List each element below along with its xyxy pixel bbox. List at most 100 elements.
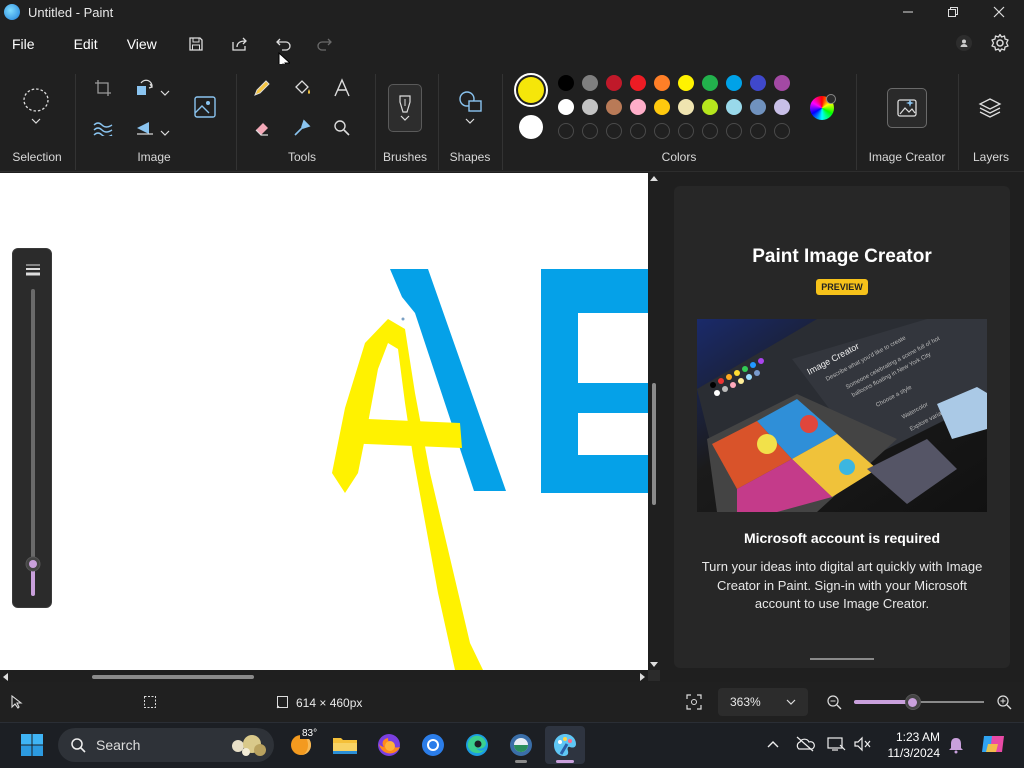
color-swatch[interactable] (606, 99, 622, 115)
zoom-level-value: 363% (730, 695, 761, 709)
menu-bar: File Edit View (0, 24, 1024, 64)
browser-app-icon[interactable] (503, 727, 539, 763)
settings-gear-icon[interactable] (990, 33, 1010, 58)
copilot-icon[interactable] (980, 732, 1006, 761)
color-swatch[interactable] (726, 99, 742, 115)
save-icon[interactable] (179, 29, 213, 59)
custom-color-slot[interactable] (774, 123, 790, 139)
custom-color-slot[interactable] (678, 123, 694, 139)
color-swatch[interactable] (774, 99, 790, 115)
color-swatch[interactable] (702, 99, 718, 115)
file-explorer-icon[interactable] (327, 727, 363, 763)
group-label-brushes: Brushes (382, 150, 428, 164)
color-swatch[interactable] (654, 75, 670, 91)
custom-color-slot[interactable] (582, 123, 598, 139)
color-swatch[interactable] (558, 99, 574, 115)
eraser-icon[interactable] (247, 113, 277, 143)
menu-edit[interactable]: Edit (62, 29, 110, 59)
search-icon (71, 738, 86, 753)
menu-view[interactable]: View (115, 29, 169, 59)
drawing-canvas[interactable] (0, 173, 648, 670)
search-highlight-icon (226, 730, 270, 765)
volume-muted-icon[interactable] (854, 736, 872, 757)
color-picker-icon[interactable] (287, 113, 317, 143)
close-button[interactable] (976, 0, 1022, 24)
color-swatch[interactable] (654, 99, 670, 115)
panel-scroll-indicator (810, 658, 874, 660)
paint-taskbar-icon[interactable] (545, 726, 585, 764)
color-swatch[interactable] (750, 75, 766, 91)
selection-lasso-icon[interactable] (22, 86, 52, 135)
chevron-down-icon (400, 115, 410, 121)
zoom-slider-thumb[interactable] (904, 694, 921, 710)
color-swatch[interactable] (582, 75, 598, 91)
windows-start-icon[interactable] (20, 733, 44, 762)
custom-color-slot[interactable] (726, 123, 742, 139)
rotate-icon[interactable] (130, 73, 160, 103)
color-swatch[interactable] (750, 99, 766, 115)
image-creator-preview-image: Image Creator Describe what you'd like t… (697, 319, 987, 512)
restore-button[interactable] (930, 0, 976, 24)
crop-icon[interactable] (88, 73, 118, 103)
fit-to-window-icon[interactable] (686, 694, 702, 715)
image-effects-icon[interactable] (88, 113, 118, 143)
primary-color-swatch[interactable] (514, 73, 548, 107)
zoom-in-icon[interactable] (996, 694, 1012, 715)
color-swatch[interactable] (606, 75, 622, 91)
zoom-level-dropdown[interactable]: 363% (718, 688, 808, 716)
color-swatch[interactable] (726, 75, 742, 91)
color-swatch[interactable] (774, 75, 790, 91)
color-swatch[interactable] (630, 99, 646, 115)
minimize-button[interactable] (885, 0, 931, 24)
chevron-up-icon[interactable] (766, 737, 780, 756)
custom-color-slot[interactable] (654, 123, 670, 139)
zoom-out-icon[interactable] (826, 694, 842, 715)
chevron-down-icon[interactable] (160, 84, 170, 102)
zoom-slider[interactable] (854, 694, 984, 710)
menu-file[interactable]: File (0, 29, 47, 59)
account-icon[interactable] (956, 35, 972, 51)
flip-icon[interactable] (130, 113, 160, 143)
color-swatch[interactable] (630, 75, 646, 91)
clock-date[interactable]: 11/3/2024 (872, 745, 941, 761)
edge-icon[interactable] (459, 727, 495, 763)
layers-icon[interactable] (978, 96, 1002, 125)
custom-color-slot[interactable] (702, 123, 718, 139)
chevron-down-icon[interactable] (160, 124, 170, 142)
pencil-icon[interactable] (247, 73, 277, 103)
image-creator-button[interactable] (887, 88, 927, 128)
ribbon-divider (438, 74, 439, 170)
network-display-icon[interactable] (826, 736, 846, 757)
custom-color-slot[interactable] (606, 123, 622, 139)
share-icon[interactable] (223, 29, 257, 59)
fill-bucket-icon[interactable] (287, 73, 317, 103)
chrome-icon[interactable] (415, 727, 451, 763)
horizontal-scrollbar[interactable] (0, 670, 648, 682)
magnifier-icon[interactable] (327, 113, 357, 143)
onedrive-icon[interactable] (795, 736, 815, 757)
color-swatch[interactable] (678, 99, 694, 115)
custom-color-slot[interactable] (750, 123, 766, 139)
resize-image-icon[interactable] (192, 94, 218, 125)
chevron-down-icon (786, 699, 796, 705)
brush-size-slider[interactable] (12, 248, 52, 608)
vertical-scrollbar[interactable] (648, 173, 660, 670)
color-swatch[interactable] (558, 75, 574, 91)
redo-icon[interactable] (307, 29, 341, 59)
notification-bell-icon[interactable] (948, 736, 964, 759)
clock-time[interactable]: 1:23 AM (872, 729, 940, 745)
group-label-tools: Tools (287, 150, 316, 164)
group-label-colors: Colors (661, 150, 697, 164)
shapes-icon[interactable] (456, 88, 486, 133)
custom-color-slot[interactable] (630, 123, 646, 139)
color-swatch[interactable] (678, 75, 694, 91)
brushes-button[interactable] (388, 84, 422, 132)
secondary-color-swatch[interactable] (519, 115, 543, 139)
canvas-size-icon (276, 695, 290, 714)
color-swatch[interactable] (702, 75, 718, 91)
text-tool-icon[interactable] (327, 73, 357, 103)
firefox-icon[interactable] (371, 727, 407, 763)
color-palette (558, 75, 798, 141)
custom-color-slot[interactable] (558, 123, 574, 139)
color-swatch[interactable] (582, 99, 598, 115)
